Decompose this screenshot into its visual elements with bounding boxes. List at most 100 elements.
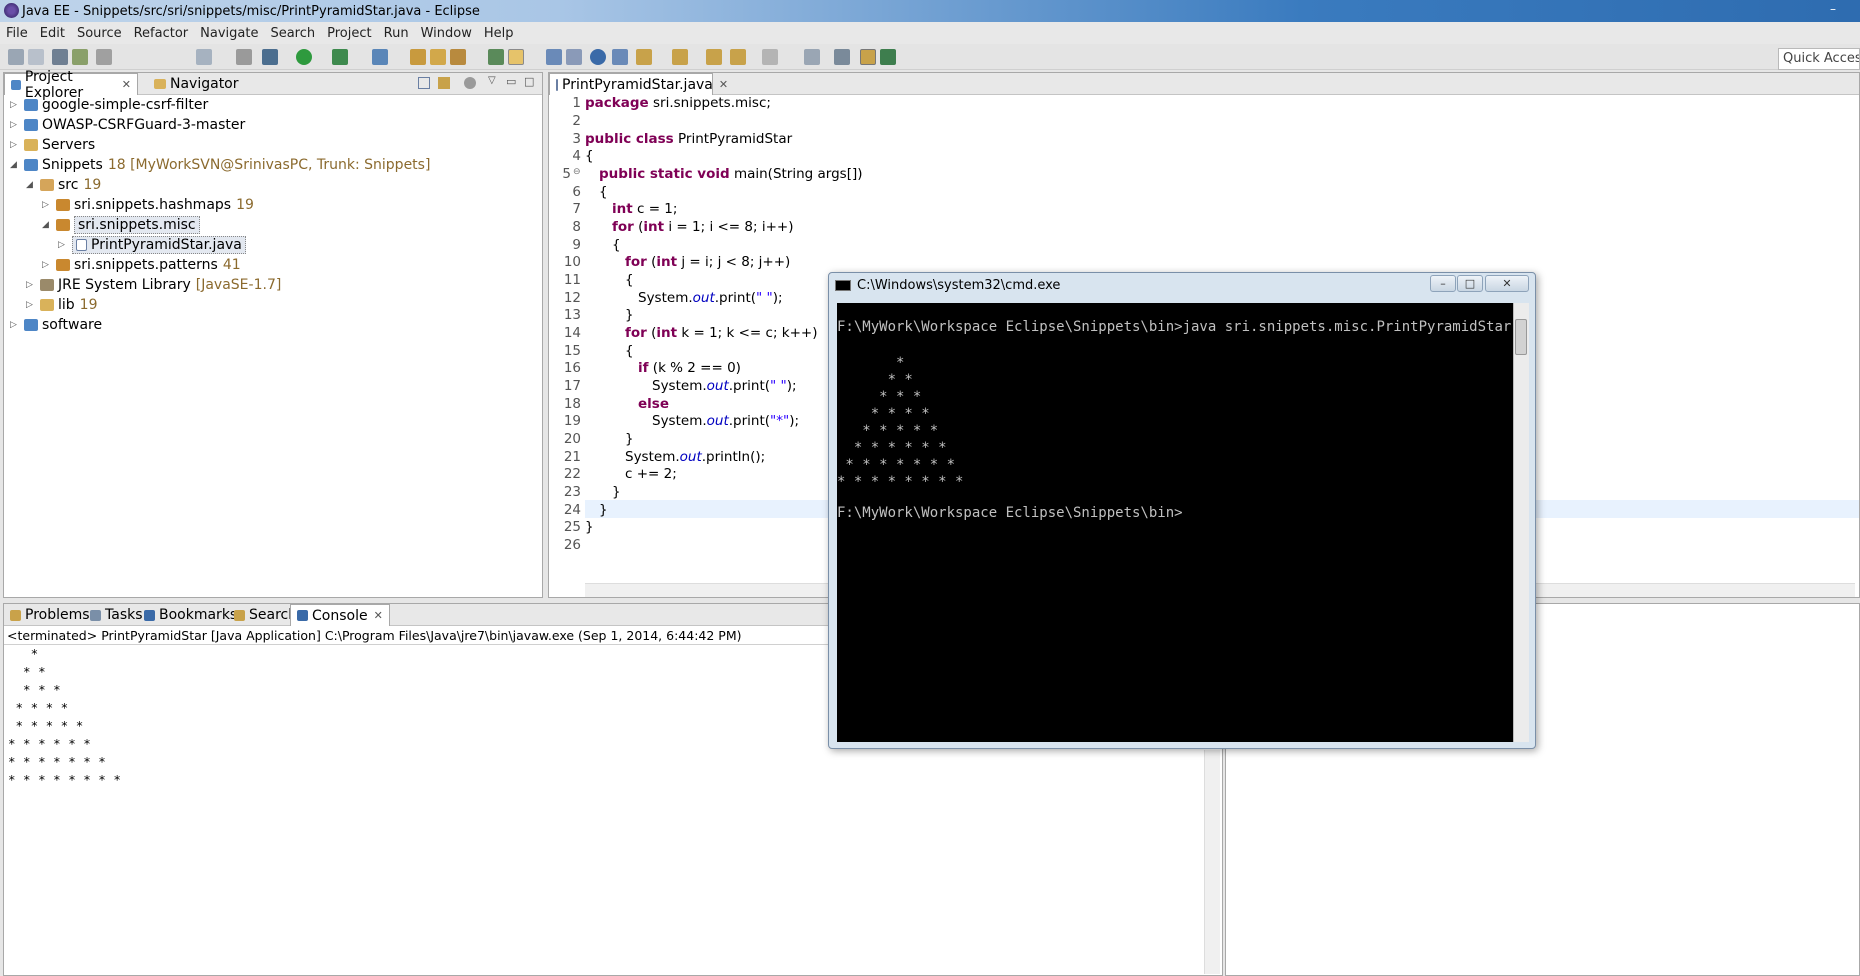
terminate-icon[interactable] — [236, 49, 252, 65]
cmd-screen[interactable]: F:\MyWork\Workspace Eclipse\Snippets\bin… — [837, 303, 1513, 742]
project-explorer-view: Project Explorer ✕ Navigator ▽ ▭ □ ▷ goo… — [3, 69, 543, 598]
java-ee-perspective-icon[interactable] — [860, 49, 876, 65]
svn-decoration: 18 [MyWorkSVN@SrinivasPC, Trunk: Snippet… — [107, 157, 431, 173]
expand-icon[interactable]: ▷ — [26, 300, 36, 310]
cmd-vertical-scrollbar[interactable] — [1513, 303, 1529, 742]
pin-editor-icon[interactable] — [804, 49, 820, 65]
selected-file: PrintPyramidStar.java — [72, 236, 246, 254]
menu-file[interactable]: File — [0, 26, 34, 41]
prev-annotation-icon[interactable] — [636, 49, 652, 65]
show-whitespace-icon[interactable] — [566, 49, 582, 65]
expand-icon[interactable]: ▷ — [42, 260, 52, 270]
menu-edit[interactable]: Edit — [34, 26, 71, 41]
java-file-icon — [556, 78, 558, 91]
minimize-button[interactable]: – — [1820, 2, 1846, 19]
debug-icon[interactable] — [262, 49, 278, 65]
collapse-icon[interactable]: ◢ — [10, 160, 20, 170]
tree-item-owasp-csrfguard[interactable]: ▷ OWASP-CSRFGuard-3-master — [10, 115, 245, 135]
tree-item-jre-system-library[interactable]: ▷ JRE System Library [JavaSE-1.7] — [26, 275, 281, 295]
tree-item-servers[interactable]: ▷ Servers — [10, 135, 95, 155]
menu-navigate[interactable]: Navigate — [194, 26, 264, 41]
tree-item-sri-snippets-patterns[interactable]: ▷ sri.snippets.patterns 41 — [42, 255, 241, 275]
build-icon[interactable] — [72, 49, 88, 65]
menu-run[interactable]: Run — [378, 26, 415, 41]
new-server-icon[interactable] — [372, 49, 388, 65]
last-edit-icon[interactable] — [672, 49, 688, 65]
open-type-icon[interactable] — [410, 49, 426, 65]
menu-search[interactable]: Search — [264, 26, 321, 41]
close-icon[interactable]: ✕ — [719, 78, 728, 91]
cmd-close-button[interactable]: ✕ — [1485, 275, 1529, 292]
tree-item-printpyramidstar-java[interactable]: ▷ PrintPyramidStar.java — [58, 235, 246, 255]
cmd-maximize-button[interactable]: □ — [1457, 275, 1483, 292]
cmd-titlebar[interactable]: C:\Windows\system32\cmd.exe — [835, 278, 1060, 293]
cmd-output-line: * * — [837, 372, 913, 388]
code-line: public static void main(String args[]) — [599, 166, 863, 182]
menu-refactor[interactable]: Refactor — [128, 26, 195, 41]
save-icon[interactable] — [8, 49, 24, 65]
expand-icon[interactable]: ▷ — [58, 240, 68, 250]
quick-access-input[interactable]: Quick Access — [1778, 48, 1860, 70]
tree-item-sri-snippets-hashmaps[interactable]: ▷ sri.snippets.hashmaps 19 — [42, 195, 254, 215]
tree-item-snippets[interactable]: ◢ Snippets 18 [MyWorkSVN@SrinivasPC, Tru… — [10, 155, 430, 175]
maximize-view-icon[interactable]: □ — [524, 75, 534, 88]
coverage-icon[interactable] — [332, 49, 348, 65]
code-line: } — [612, 484, 621, 500]
collapse-all-icon[interactable] — [418, 77, 430, 89]
cmd-scroll-thumb[interactable] — [1515, 319, 1527, 355]
expand-icon[interactable]: ▷ — [10, 140, 20, 150]
step-icon[interactable] — [196, 49, 212, 65]
menu-help[interactable]: Help — [478, 26, 520, 41]
tree-item-google-simple-csrf-filter[interactable]: ▷ google-simple-csrf-filter — [10, 95, 208, 115]
menu-source[interactable]: Source — [71, 26, 128, 41]
tree-item-src[interactable]: ◢ src 19 — [26, 175, 101, 195]
tree-item-sri-snippets-misc[interactable]: ◢ sri.snippets.misc — [42, 215, 200, 235]
save-all-icon[interactable] — [28, 49, 44, 65]
collapse-icon[interactable]: ◢ — [42, 220, 52, 230]
open-resource-icon[interactable] — [430, 49, 446, 65]
svn-decoration: 19 — [236, 197, 254, 213]
tab-printpyramidstar-java[interactable]: PrintPyramidStar.java ✕ — [549, 73, 728, 95]
skip-breakpoints-icon[interactable] — [52, 49, 68, 65]
run-icon[interactable] — [296, 49, 312, 65]
view-menu-icon[interactable]: ▽ — [488, 75, 496, 86]
expand-icon[interactable]: ▷ — [42, 200, 52, 210]
fold-icon[interactable]: ⊖ — [573, 167, 581, 177]
filter-icon[interactable] — [464, 77, 476, 89]
close-icon[interactable]: ✕ — [374, 609, 383, 622]
expand-icon[interactable]: ▷ — [10, 120, 20, 130]
forward-disabled-icon[interactable] — [762, 49, 778, 65]
resume-icon[interactable] — [96, 49, 112, 65]
tab-navigator[interactable]: Navigator — [148, 73, 245, 95]
web-browser-icon[interactable] — [590, 49, 606, 65]
open-perspective-icon[interactable] — [834, 49, 850, 65]
mark-occurrences-icon[interactable] — [488, 49, 504, 65]
tree-item-label: sri.snippets.misc — [74, 216, 200, 234]
debug-perspective-icon[interactable] — [880, 49, 896, 65]
close-icon[interactable]: ✕ — [122, 78, 131, 91]
minimize-view-icon[interactable]: ▭ — [506, 75, 516, 88]
tab-project-explorer[interactable]: Project Explorer ✕ — [4, 69, 138, 101]
menu-window[interactable]: Window — [415, 26, 478, 41]
toggle-highlight-icon[interactable] — [508, 49, 524, 65]
console-vertical-scrollbar[interactable] — [1204, 750, 1220, 974]
tab-console[interactable]: Console ✕ — [290, 604, 390, 626]
forward-icon[interactable] — [730, 49, 746, 65]
next-annotation-icon[interactable] — [612, 49, 628, 65]
collapse-icon[interactable]: ◢ — [26, 180, 36, 190]
back-icon[interactable] — [706, 49, 722, 65]
search-icon[interactable] — [450, 49, 466, 65]
cmd-minimize-button[interactable]: – — [1430, 275, 1456, 292]
expand-icon[interactable]: ▷ — [10, 100, 20, 110]
editor-tabbar: PrintPyramidStar.java ✕ — [549, 73, 1859, 95]
tab-problems[interactable]: Problems — [4, 604, 96, 626]
tree-item-software[interactable]: ▷ software — [10, 315, 102, 335]
block-select-icon[interactable] — [546, 49, 562, 65]
menu-project[interactable]: Project — [321, 26, 377, 41]
tree-item-lib[interactable]: ▷ lib 19 — [26, 295, 98, 315]
expand-icon[interactable]: ▷ — [10, 320, 20, 330]
cmd-window[interactable]: C:\Windows\system32\cmd.exe – □ ✕ F:\MyW… — [828, 272, 1536, 749]
code-line: for (int j = i; j < 8; j++) — [625, 254, 791, 270]
link-editor-icon[interactable] — [438, 77, 450, 89]
expand-icon[interactable]: ▷ — [26, 280, 36, 290]
